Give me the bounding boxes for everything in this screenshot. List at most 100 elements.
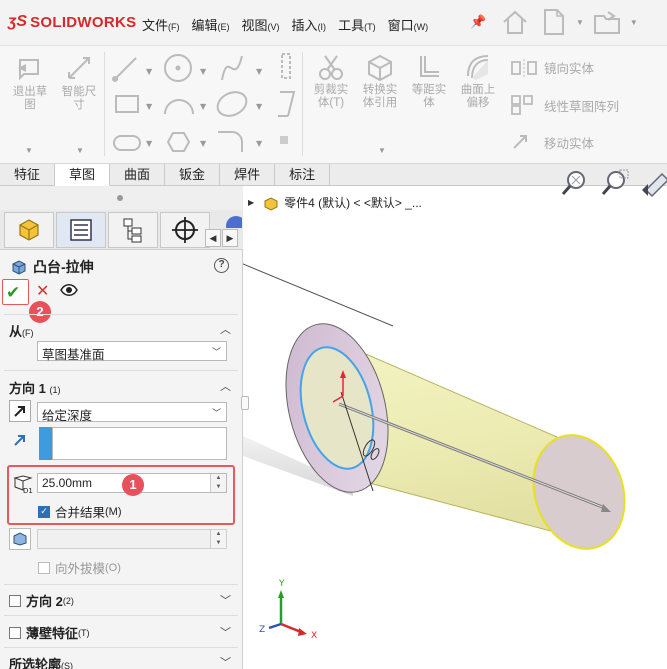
smart-dimension-button[interactable]: 智能尺 寸	[57, 54, 101, 112]
configuration-icon	[123, 218, 142, 243]
previous-view-icon[interactable]	[640, 168, 667, 198]
step-badge-1: 1	[122, 474, 144, 496]
draft-outward-checkbox[interactable]: 向外拔模 (O)	[38, 558, 121, 577]
separator	[302, 52, 303, 156]
svg-text:▼: ▼	[256, 139, 263, 148]
separator	[4, 647, 238, 648]
feature-manager-tab[interactable]	[4, 212, 54, 248]
zoom-to-area-icon[interactable]	[600, 168, 630, 198]
help-button[interactable]: ?	[214, 258, 229, 273]
svg-text:▼: ▼	[256, 102, 263, 111]
feature-tree-flyout[interactable]: ▶ 零件4 (默认) < <默认> _...	[248, 194, 422, 211]
menu-edit[interactable]: 编辑(E)	[192, 15, 230, 34]
separator	[4, 314, 238, 315]
move-entities-button[interactable]: 移动实体	[510, 132, 594, 152]
direction-vector-icon	[14, 435, 25, 446]
offset-on-surface-button[interactable]: 曲面上 偏移	[455, 52, 501, 110]
offset-entities-button[interactable]: 等距实 体	[406, 52, 452, 110]
chevron-up-icon[interactable]: ︿	[220, 321, 231, 337]
chevron-down-icon[interactable]: ▼	[576, 18, 584, 27]
crosshair-icon	[172, 217, 198, 243]
tab-surfaces[interactable]: 曲面	[110, 164, 166, 186]
direction2-checkbox[interactable]: 方向 2 (2)	[9, 591, 74, 610]
dim-xpert-tab[interactable]	[160, 212, 210, 248]
tab-weldments[interactable]: 焊件	[220, 164, 276, 186]
convert-entities-button[interactable]: 转换实 体引用	[357, 52, 403, 110]
polygon-icon	[166, 132, 191, 152]
arc-icon	[164, 99, 194, 115]
chevron-down-icon[interactable]: ﹀	[220, 624, 231, 640]
tab-annotation[interactable]: 标注	[275, 164, 331, 186]
separator	[104, 52, 105, 156]
thin-feature-checkbox[interactable]: 薄壁特征 (T)	[9, 623, 90, 642]
tab-sketch[interactable]: 草图	[55, 164, 111, 186]
panel-collapse-handle[interactable]	[241, 396, 249, 410]
end-condition-select[interactable]: 给定深度 ﹀	[37, 402, 227, 423]
solidworks-logo[interactable]: ʒS SOLIDWORKS	[8, 13, 136, 31]
open-folder-icon[interactable]	[592, 6, 622, 38]
svg-text:Y: Y	[278, 579, 285, 589]
chevron-down-icon[interactable]: ﹀	[220, 592, 231, 608]
menu-window[interactable]: 窗口(W)	[388, 15, 429, 34]
merge-result-checkbox[interactable]: ✓ 合并结果 (M)	[38, 502, 122, 521]
separator	[4, 584, 238, 585]
cancel-button[interactable]: ✕	[36, 281, 49, 301]
tab-scroll-left[interactable]: ◀	[205, 229, 221, 247]
direction-reference-box[interactable]	[52, 427, 227, 460]
selection-indicator	[39, 427, 52, 460]
menu-insert[interactable]: 插入(I)	[292, 15, 327, 34]
expand-arrow-icon[interactable]: ▶	[248, 198, 254, 207]
from-select[interactable]: 草图基准面 ﹀	[37, 341, 227, 362]
reverse-direction-icon	[14, 406, 25, 417]
chevron-down-icon[interactable]: ▼	[630, 18, 638, 27]
svg-text:D1: D1	[23, 487, 33, 494]
fillet-icon	[218, 131, 243, 152]
svg-text:▼: ▼	[256, 67, 263, 76]
splitter-handle[interactable]	[117, 195, 123, 201]
selected-contours-header[interactable]: 所选轮廓(S)	[9, 654, 73, 669]
tab-sheet-metal[interactable]: 钣金	[165, 164, 221, 186]
menu-tools[interactable]: 工具(T)	[338, 15, 376, 34]
preview-eye-icon[interactable]	[60, 284, 78, 296]
step-badge-2: 2	[29, 301, 51, 323]
direction1-section-header[interactable]: 方向 1 (1)	[9, 378, 60, 397]
trim-entities-button[interactable]: 剪裁实 体(T)	[308, 52, 354, 110]
draft-button[interactable]	[9, 528, 31, 550]
tab-features[interactable]: 特征	[0, 164, 56, 186]
point-icon	[280, 136, 288, 144]
draft-angle-input[interactable]: ▲ ▼	[37, 529, 227, 549]
ok-button[interactable]: ✔	[6, 283, 20, 303]
zoom-to-fit-icon[interactable]	[560, 168, 590, 198]
chevron-up-icon[interactable]: ︿	[220, 378, 231, 394]
chevron-down-icon[interactable]: ▼	[76, 146, 84, 155]
offset-on-surface-icon	[467, 55, 489, 80]
chevron-down-icon[interactable]: ▼	[378, 146, 386, 155]
menu-view[interactable]: 视图(V)	[242, 15, 280, 34]
pin-icon[interactable]: 📌	[470, 14, 486, 30]
graphics-area[interactable]: Y X Z	[243, 186, 667, 669]
spline-icon	[221, 55, 243, 81]
chevron-down-icon[interactable]: ▼	[25, 146, 33, 155]
new-document-icon[interactable]	[538, 6, 568, 38]
draft-spinner[interactable]: ▲ ▼	[210, 530, 226, 548]
line-icon	[113, 57, 137, 81]
menu-bar: 文件(F) 编辑(E) 视图(V) 插入(I) 工具(T) 窗口(W)	[142, 15, 440, 34]
menu-file[interactable]: 文件(F)	[142, 15, 180, 34]
property-manager-tab[interactable]	[56, 212, 106, 248]
ds-logo-icon: ʒS	[8, 13, 28, 30]
reverse-direction-button[interactable]	[9, 400, 31, 422]
boss-extrude-icon	[12, 260, 26, 275]
appearance-icon[interactable]	[222, 214, 242, 228]
mirror-entities-button[interactable]: 镜向实体	[510, 58, 594, 77]
linear-pattern-button[interactable]: 线性草图阵列	[510, 94, 619, 116]
smart-dimension-icon	[68, 57, 90, 79]
from-section-header[interactable]: 从(F)	[9, 321, 34, 340]
exit-sketch-button[interactable]: 退出草 图	[8, 54, 52, 112]
configuration-manager-tab[interactable]	[108, 212, 158, 248]
depth-spinner[interactable]: ▲ ▼	[210, 474, 226, 492]
chevron-down-icon[interactable]: ﹀	[220, 654, 231, 669]
home-icon[interactable]	[500, 6, 530, 38]
separator	[4, 370, 238, 371]
tab-scroll-right[interactable]: ▶	[222, 229, 238, 247]
feature-tree-icon	[19, 219, 39, 241]
